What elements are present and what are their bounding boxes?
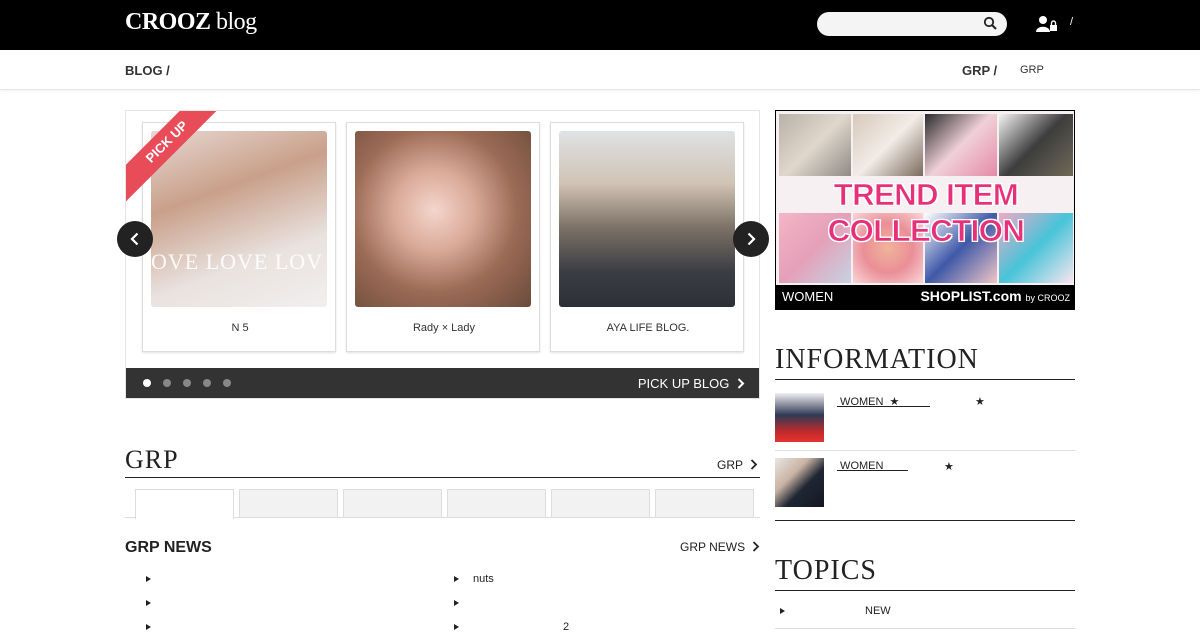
ad-product-image xyxy=(925,114,997,176)
star-icon: ★ xyxy=(944,461,954,473)
slider-next-button[interactable] xyxy=(733,221,769,257)
ad-product-image xyxy=(999,114,1073,176)
top-bar: CROOZ blog / xyxy=(0,0,1200,50)
bullet-icon xyxy=(146,576,151,582)
pickup-card[interactable]: OVE LOVE LOV N 5 xyxy=(142,122,336,352)
information-heading: INFORMATION xyxy=(775,344,979,375)
divider xyxy=(125,477,760,478)
information-link[interactable]: WOMEN xyxy=(837,460,908,472)
slider-dot[interactable] xyxy=(203,379,211,387)
information-item[interactable]: WOMEN ★ ★ xyxy=(775,393,1075,453)
grp-heading: GRP xyxy=(125,445,179,474)
grp-news-link[interactable]: GRP NEWS xyxy=(680,540,760,554)
ad-women-label: WOMEN xyxy=(782,289,834,304)
ad-product-image xyxy=(779,114,851,176)
blog-thumbnail[interactable]: OVE LOVE LOV xyxy=(151,131,327,307)
grp-tab[interactable] xyxy=(447,489,546,518)
ad-footer: WOMEN SHOPLIST.com by CROOZ xyxy=(776,285,1074,309)
bullet-icon xyxy=(146,600,151,606)
breadcrumb-grp-sub[interactable]: GRP xyxy=(1020,64,1044,76)
blog-thumbnail[interactable] xyxy=(559,131,735,307)
topics-item[interactable]: NEW xyxy=(865,605,891,617)
pickup-card-label[interactable]: Rady × Lady xyxy=(347,322,541,334)
divider xyxy=(775,590,1075,591)
slider-dot[interactable] xyxy=(223,379,231,387)
grp-tab[interactable] xyxy=(135,489,234,519)
search-input[interactable] xyxy=(827,12,987,36)
grp-news-heading: GRP NEWS xyxy=(125,539,212,556)
pickup-blog-link[interactable]: PICK UP BLOG xyxy=(638,376,745,391)
grp-tab[interactable] xyxy=(655,489,754,518)
user-lock-icon[interactable] xyxy=(1036,15,1058,38)
bullet-icon xyxy=(454,624,459,630)
ad-brand-logo: SHOPLIST.com by CROOZ xyxy=(920,288,1070,304)
bullet-icon xyxy=(454,576,459,582)
grp-tab[interactable] xyxy=(551,489,650,518)
thumbnail-overlay-text: OVE LOVE LOV xyxy=(151,249,324,274)
information-thumbnail[interactable] xyxy=(775,458,824,507)
news-item[interactable]: 2 xyxy=(563,621,569,633)
divider xyxy=(775,520,1075,521)
slider-prev-button[interactable] xyxy=(117,221,153,257)
pickup-slider: PICK UP OVE LOVE LOV N 5 Rady × Lady AYA… xyxy=(125,110,760,399)
slider-dot[interactable] xyxy=(143,379,151,387)
bullet-icon xyxy=(146,624,151,630)
breadcrumb-blog[interactable]: BLOG / xyxy=(125,63,170,78)
pickup-card[interactable]: Rady × Lady xyxy=(346,122,540,352)
information-item[interactable]: WOMEN ★ xyxy=(775,458,1075,518)
pickup-card-label[interactable]: AYA LIFE BLOG. xyxy=(551,322,745,334)
chevron-left-icon xyxy=(130,232,139,246)
ad-title: TREND ITEM COLLECTION xyxy=(827,177,1025,249)
site-logo[interactable]: CROOZ blog xyxy=(125,9,257,36)
search-icon[interactable] xyxy=(983,16,997,35)
grp-more-link[interactable]: GRP xyxy=(717,458,758,472)
topics-heading: TOPICS xyxy=(775,555,877,586)
information-thumbnail[interactable] xyxy=(775,393,824,442)
shoplist-ad-banner[interactable]: TREND ITEM COLLECTION WOMEN SHOPLIST.com… xyxy=(775,110,1075,310)
grp-tab[interactable] xyxy=(239,489,338,518)
pickup-card-label[interactable]: N 5 xyxy=(143,322,337,334)
slider-dot[interactable] xyxy=(183,379,191,387)
divider xyxy=(775,379,1075,380)
divider xyxy=(775,628,1075,629)
grp-tab[interactable] xyxy=(343,489,442,518)
information-link[interactable]: WOMEN ★ xyxy=(837,395,930,408)
slider-dot[interactable] xyxy=(163,379,171,387)
bullet-icon xyxy=(780,608,785,614)
bullet-icon xyxy=(454,600,459,606)
breadcrumb-grp[interactable]: GRP / xyxy=(962,63,997,78)
pickup-card[interactable]: AYA LIFE BLOG. xyxy=(550,122,744,352)
breadcrumb: BLOG / GRP / GRP xyxy=(0,50,1200,90)
search-box[interactable] xyxy=(817,12,1007,36)
blog-thumbnail[interactable] xyxy=(355,131,531,307)
header-separator: / xyxy=(1070,16,1074,28)
chevron-right-icon xyxy=(747,232,756,246)
ad-product-image xyxy=(853,114,923,176)
news-item[interactable]: nuts xyxy=(473,573,494,585)
divider xyxy=(775,450,1075,451)
star-icon: ★ xyxy=(975,396,985,408)
